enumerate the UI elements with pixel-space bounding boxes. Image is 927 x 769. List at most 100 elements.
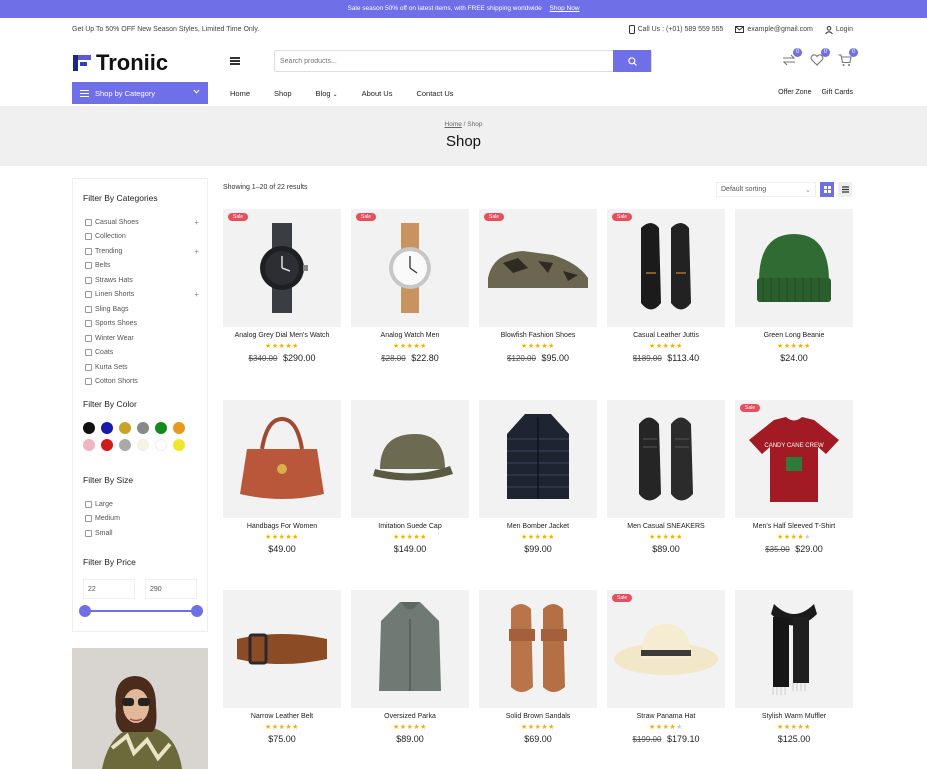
color-swatch[interactable] [119, 422, 131, 434]
shop-by-category-button[interactable]: Shop by Category [72, 82, 208, 104]
grid-view-button[interactable] [820, 182, 834, 197]
product-name[interactable]: Handbags For Women [223, 523, 341, 530]
product-name[interactable]: Solid Brown Sandals [479, 713, 597, 720]
price-slider[interactable] [79, 605, 203, 617]
checkbox[interactable] [85, 334, 92, 342]
product-name[interactable]: Stylish Warm Muffler [735, 713, 853, 720]
checkbox[interactable] [85, 218, 92, 226]
product-image[interactable] [351, 400, 469, 518]
product-image[interactable]: Sale [607, 209, 725, 327]
product-card[interactable]: Imitation Suede Cap ★★★★★ $149.00 [351, 400, 469, 585]
product-card[interactable]: Sale Analog Grey Dial Men's Watch ★★★★★ … [223, 209, 341, 394]
product-name[interactable]: Casual Leather Juttis [607, 332, 725, 339]
category-item[interactable]: Coats [85, 346, 199, 361]
nav-about[interactable]: About Us [362, 89, 393, 98]
category-item[interactable]: Winter Wear [85, 331, 199, 346]
price-max-input[interactable]: 290 [145, 579, 197, 599]
expand-icon[interactable]: + [194, 218, 199, 227]
checkbox[interactable] [85, 500, 92, 508]
list-view-button[interactable] [838, 182, 852, 197]
product-name[interactable]: Imitation Suede Cap [351, 523, 469, 530]
category-item[interactable]: Straws Hats [85, 273, 199, 288]
category-item[interactable]: Sports Shoes [85, 317, 199, 332]
checkbox[interactable] [85, 349, 92, 357]
product-card[interactable]: Men Casual SNEAKERS ★★★★★ $89.00 [607, 400, 725, 585]
product-name[interactable]: Narrow Leather Belt [223, 713, 341, 720]
product-name[interactable]: Oversized Parka [351, 713, 469, 720]
category-item[interactable]: Casual Shoes + [85, 215, 199, 230]
cart-button[interactable]: 0 [837, 48, 858, 68]
product-image[interactable] [479, 590, 597, 708]
price-min-handle[interactable] [79, 605, 91, 617]
product-image[interactable]: Sale CANDY CANE CREW [735, 400, 853, 518]
checkbox[interactable] [85, 276, 92, 284]
menu-icon[interactable] [230, 57, 240, 65]
color-swatch[interactable] [101, 422, 113, 434]
sort-select[interactable]: Default sorting ⌄ [716, 182, 816, 197]
email-link[interactable]: example@gmail.com [735, 26, 813, 33]
color-swatch[interactable] [173, 439, 185, 451]
offer-zone-link[interactable]: Offer Zone [778, 89, 811, 96]
product-card[interactable]: Oversized Parka ★★★★★ $89.00 [351, 590, 469, 769]
category-item[interactable]: Sling Bags [85, 302, 199, 317]
product-card[interactable]: Solid Brown Sandals ★★★★★ $69.00 [479, 590, 597, 769]
compare-button[interactable]: 0 [781, 48, 802, 68]
login-link[interactable]: Login [824, 25, 853, 34]
product-card[interactable]: Sale Analog Watch Men ★★★★★ $28.00 $22.8… [351, 209, 469, 394]
product-name[interactable]: Men Bomber Jacket [479, 523, 597, 530]
search-input[interactable] [275, 51, 605, 71]
color-swatch[interactable] [101, 439, 113, 451]
category-item[interactable]: Kurta Sets [85, 360, 199, 375]
product-card[interactable]: Green Long Beanie ★★★★★ $24.00 [735, 209, 853, 394]
gift-cards-link[interactable]: Gift Cards [821, 89, 853, 96]
color-swatch[interactable] [137, 439, 149, 451]
call-us[interactable]: Call Us : (+01) 589 559 555 [628, 25, 723, 34]
expand-icon[interactable]: + [194, 247, 199, 256]
expand-icon[interactable]: + [194, 290, 199, 299]
category-item[interactable]: Trending + [85, 244, 199, 259]
product-name[interactable]: Green Long Beanie [735, 332, 853, 339]
nav-contact[interactable]: Contact Us [416, 89, 453, 98]
price-max-handle[interactable] [191, 605, 203, 617]
product-image[interactable] [607, 400, 725, 518]
color-swatch[interactable] [137, 422, 149, 434]
product-card[interactable]: Sale Blowfish Fashion Shoes ★★★★★ $120.0… [479, 209, 597, 394]
checkbox[interactable] [85, 262, 92, 270]
checkbox[interactable] [85, 247, 92, 255]
price-min-input[interactable]: 22 [83, 579, 135, 599]
color-swatch[interactable] [173, 422, 185, 434]
product-name[interactable]: Blowfish Fashion Shoes [479, 332, 597, 339]
product-card[interactable]: Stylish Warm Muffler ★★★★★ $125.00 [735, 590, 853, 769]
category-item[interactable]: Belts [85, 259, 199, 274]
color-swatch[interactable] [155, 439, 167, 451]
sidebar-promo-image[interactable] [72, 648, 208, 769]
product-image[interactable]: Sale [479, 209, 597, 327]
search-button[interactable] [613, 50, 651, 72]
product-card[interactable]: Sale Straw Panama Hat ★★★★★ $199.00 $179… [607, 590, 725, 769]
product-image[interactable] [223, 400, 341, 518]
product-image[interactable] [735, 590, 853, 708]
product-image[interactable]: Sale [607, 590, 725, 708]
size-item[interactable]: Medium [85, 512, 120, 527]
product-card[interactable]: Men Bomber Jacket ★★★★★ $99.00 [479, 400, 597, 585]
product-card[interactable]: Handbags For Women ★★★★★ $49.00 [223, 400, 341, 585]
checkbox[interactable] [85, 320, 92, 328]
product-name[interactable]: Straw Panama Hat [607, 713, 725, 720]
product-image[interactable] [479, 400, 597, 518]
category-item[interactable]: Cotton Shorts [85, 375, 199, 390]
nav-shop[interactable]: Shop [274, 89, 292, 98]
product-name[interactable]: Men's Half Sleeved T-Shirt [735, 523, 853, 530]
nav-home[interactable]: Home [230, 89, 250, 98]
logo[interactable]: Troniic [72, 50, 168, 76]
product-name[interactable]: Analog Watch Men [351, 332, 469, 339]
shop-now-link[interactable]: Shop Now [550, 5, 580, 12]
checkbox[interactable] [85, 233, 92, 241]
category-item[interactable]: Collection [85, 230, 199, 245]
product-image[interactable]: Sale [223, 209, 341, 327]
product-name[interactable]: Analog Grey Dial Men's Watch [223, 332, 341, 339]
product-image[interactable]: Sale [351, 209, 469, 327]
breadcrumb-home[interactable]: Home [445, 121, 462, 128]
color-swatch[interactable] [83, 439, 95, 451]
product-image[interactable] [735, 209, 853, 327]
checkbox[interactable] [85, 515, 92, 523]
